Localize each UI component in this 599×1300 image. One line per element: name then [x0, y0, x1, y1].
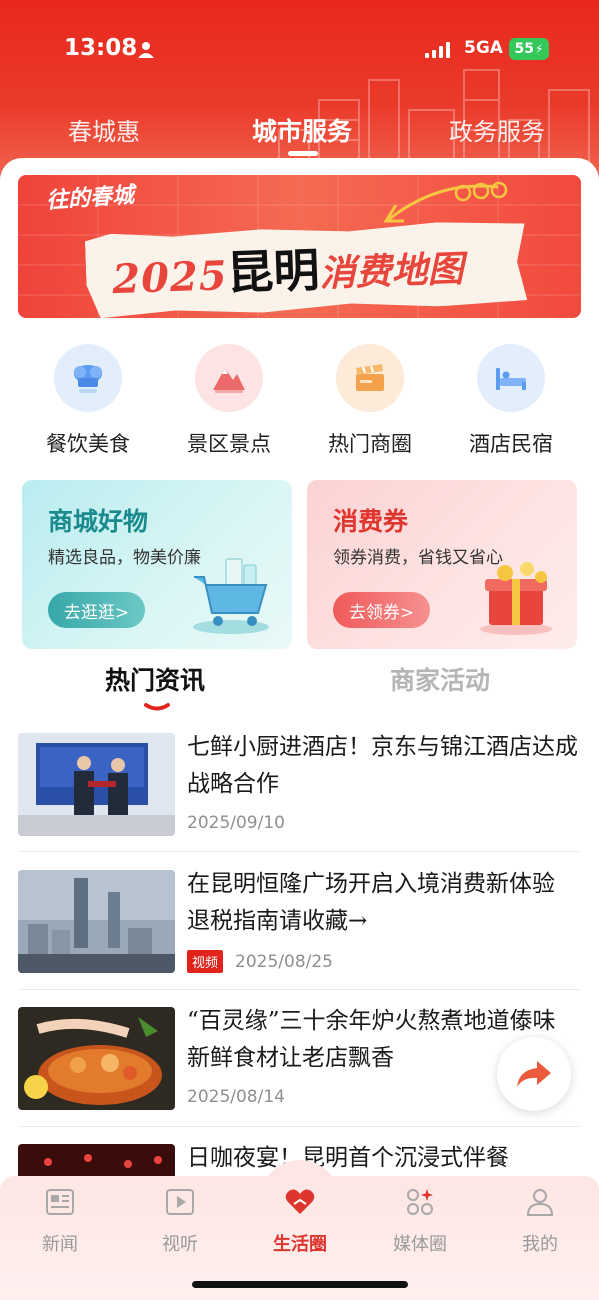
mall-goods-subtitle: 精选良品，物美价廉: [48, 548, 201, 568]
signal-icon: [425, 42, 450, 58]
category-hotel[interactable]: 酒店民宿: [456, 344, 566, 464]
nav-media[interactable]: 视听: [140, 1186, 220, 1256]
nav-life-circle-label: 生活圈: [273, 1234, 327, 1255]
person-icon: [138, 42, 154, 58]
news-tab-indicator: [144, 703, 170, 711]
home-indicator: [192, 1281, 408, 1288]
clock: 13:08: [64, 35, 138, 61]
news-date: 2025/08/14: [187, 1087, 285, 1107]
news-meta: 2025/08/14: [187, 1087, 285, 1107]
nav-media-circle-label: 媒体圈: [393, 1234, 447, 1255]
coupon-title: 消费券: [333, 507, 409, 536]
tab-merchant-events[interactable]: 商家活动: [390, 661, 490, 697]
news-title: 在昆明恒隆广场开启入境消费新体验 退税指南请收藏→: [187, 871, 555, 934]
mountain-icon: [213, 368, 245, 393]
banner-logo: 往的春城: [45, 181, 135, 215]
battery-level: 55: [514, 41, 535, 57]
nav-profile-label: 我的: [522, 1234, 558, 1255]
category-hotel-label: 酒店民宿: [469, 432, 553, 456]
play-icon: [166, 1189, 194, 1215]
category-shopping-icon-bg: [336, 344, 404, 412]
news-item[interactable]: 在昆明恒隆广场开启入境消费新体验 退税指南请收藏→ 视频 2025/08/25: [18, 870, 580, 982]
nav-profile[interactable]: 我的: [500, 1186, 580, 1256]
category-dining[interactable]: 餐饮美食: [33, 344, 143, 464]
video-badge: 视频: [187, 950, 224, 973]
user-icon: [526, 1189, 554, 1216]
nav-life-circle[interactable]: 生活圈: [260, 1186, 340, 1256]
active-tab-indicator: [288, 151, 318, 156]
category-hotel-icon-bg: [477, 344, 545, 412]
content-sheet: 往的春城 2025昆明消费地图 餐饮美食 景区景点 热门商圈 酒店民宿 商城好物…: [0, 158, 599, 1188]
nav-news[interactable]: 新闻: [20, 1186, 100, 1256]
get-coupon-button[interactable]: 去领券>: [333, 592, 430, 628]
newspaper-icon: [46, 1189, 74, 1215]
category-scenic-label: 景区景点: [187, 432, 271, 456]
mall-goods-title: 商城好物: [48, 507, 149, 536]
news-meta: 视频 2025/08/25: [187, 950, 333, 973]
tab-hot-news[interactable]: 热门资讯: [105, 661, 205, 697]
category-scenic[interactable]: 景区景点: [174, 344, 284, 464]
battery-indicator: 55 ⚡: [509, 38, 549, 60]
category-shopping-district[interactable]: 热门商圈: [315, 344, 425, 464]
news-title: 七鲜小厨进酒店！京东与锦江酒店达成战略合作: [187, 734, 578, 797]
banner-title: 2025昆明消费地图: [111, 229, 464, 307]
category-scenic-icon-bg: [195, 344, 263, 412]
news-meta: 2025/09/10: [187, 813, 285, 833]
gift-box-icon: [480, 562, 552, 635]
consumption-map-banner[interactable]: 往的春城 2025昆明消费地图: [18, 175, 581, 318]
charging-icon: ⚡: [535, 42, 544, 56]
apps-icon: [407, 1189, 433, 1215]
go-shopping-button[interactable]: 去逛逛>: [48, 592, 145, 628]
news-thumbnail: [18, 870, 175, 973]
divider: [18, 989, 580, 990]
divider: [18, 1126, 580, 1127]
banner-year: 2025: [111, 252, 229, 304]
status-bar: 13:08 5GA 55 ⚡: [0, 30, 599, 70]
signing-ceremony-image: [18, 733, 175, 836]
banner-city: 昆明: [226, 242, 321, 301]
category-dining-icon-bg: [54, 344, 122, 412]
bed-icon: [496, 368, 526, 390]
city-skyline-image: [18, 870, 175, 973]
nav-news-label: 新闻: [42, 1234, 78, 1255]
shopping-cart-icon: [193, 558, 269, 634]
news-title: 日咖夜宴！昆明首个沉浸式伴餐: [187, 1145, 509, 1171]
news-date: 2025/09/10: [187, 813, 285, 833]
banner-subtitle: 消费地图: [318, 248, 465, 295]
nav-media-circle[interactable]: 媒体圈: [380, 1186, 460, 1256]
network-type: 5GA: [464, 38, 503, 58]
banner-arrow-decoration: [383, 181, 508, 223]
top-tab-bar: 春城惠 城市服务 政务服务: [0, 112, 599, 152]
share-button[interactable]: [497, 1037, 571, 1111]
news-thumbnail: [18, 733, 175, 836]
coupon-card[interactable]: 消费券 领券消费，省钱又省心 去领券>: [307, 480, 577, 649]
tab-chuncheng-hui[interactable]: 春城惠: [68, 112, 140, 147]
clapperboard-icon: [356, 364, 384, 391]
tab-city-services[interactable]: 城市服务: [252, 112, 352, 148]
share-arrow-icon: [517, 1061, 551, 1087]
category-dining-label: 餐饮美食: [46, 432, 130, 456]
news-item[interactable]: “百灵缘”三十余年炉火熬煮地道傣味 新鲜食材让老店飘香 2025/08/14: [18, 1007, 580, 1119]
news-thumbnail: [18, 1007, 175, 1110]
news-item[interactable]: 七鲜小厨进酒店！京东与锦江酒店达成战略合作 2025/09/10: [18, 733, 580, 845]
news-date: 2025/08/25: [235, 951, 333, 972]
nav-media-label: 视听: [162, 1234, 198, 1255]
tab-government-services[interactable]: 政务服务: [449, 112, 545, 147]
dai-food-image: [18, 1007, 175, 1110]
divider: [18, 851, 580, 852]
category-shopping-label: 热门商圈: [328, 432, 412, 456]
mall-goods-card[interactable]: 商城好物 精选良品，物美价廉 去逛逛>: [22, 480, 292, 649]
heart-hand-icon: [285, 1189, 315, 1214]
chef-hat-icon: [74, 365, 102, 393]
